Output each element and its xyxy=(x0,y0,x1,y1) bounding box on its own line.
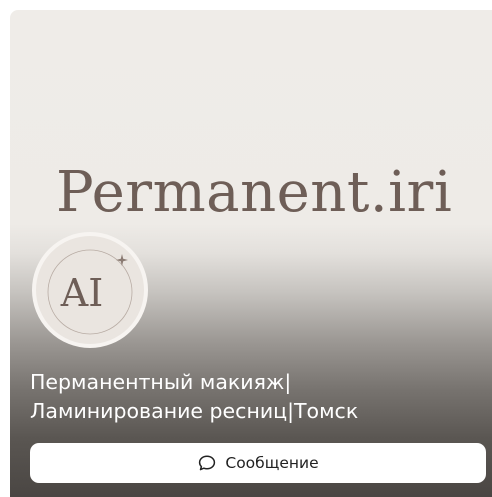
cover-brand-text: Permanent.iri xyxy=(56,160,453,225)
chat-bubble-icon xyxy=(197,453,217,473)
monogram-logo: AI xyxy=(47,249,133,335)
profile-title-line-1: Перманентный макияж| xyxy=(30,370,292,394)
profile-title: Перманентный макияж| Ламинирование ресни… xyxy=(30,368,480,426)
profile-card: Permanent.iri AI Перманентный макияж| Ла… xyxy=(10,10,492,497)
profile-title-line-2: Ламинирование ресниц|Томск xyxy=(30,399,359,423)
message-button[interactable]: Сообщение xyxy=(30,443,486,483)
avatar[interactable]: AI xyxy=(32,232,148,348)
message-button-label: Сообщение xyxy=(225,454,319,472)
monogram-text: AI xyxy=(60,271,103,315)
